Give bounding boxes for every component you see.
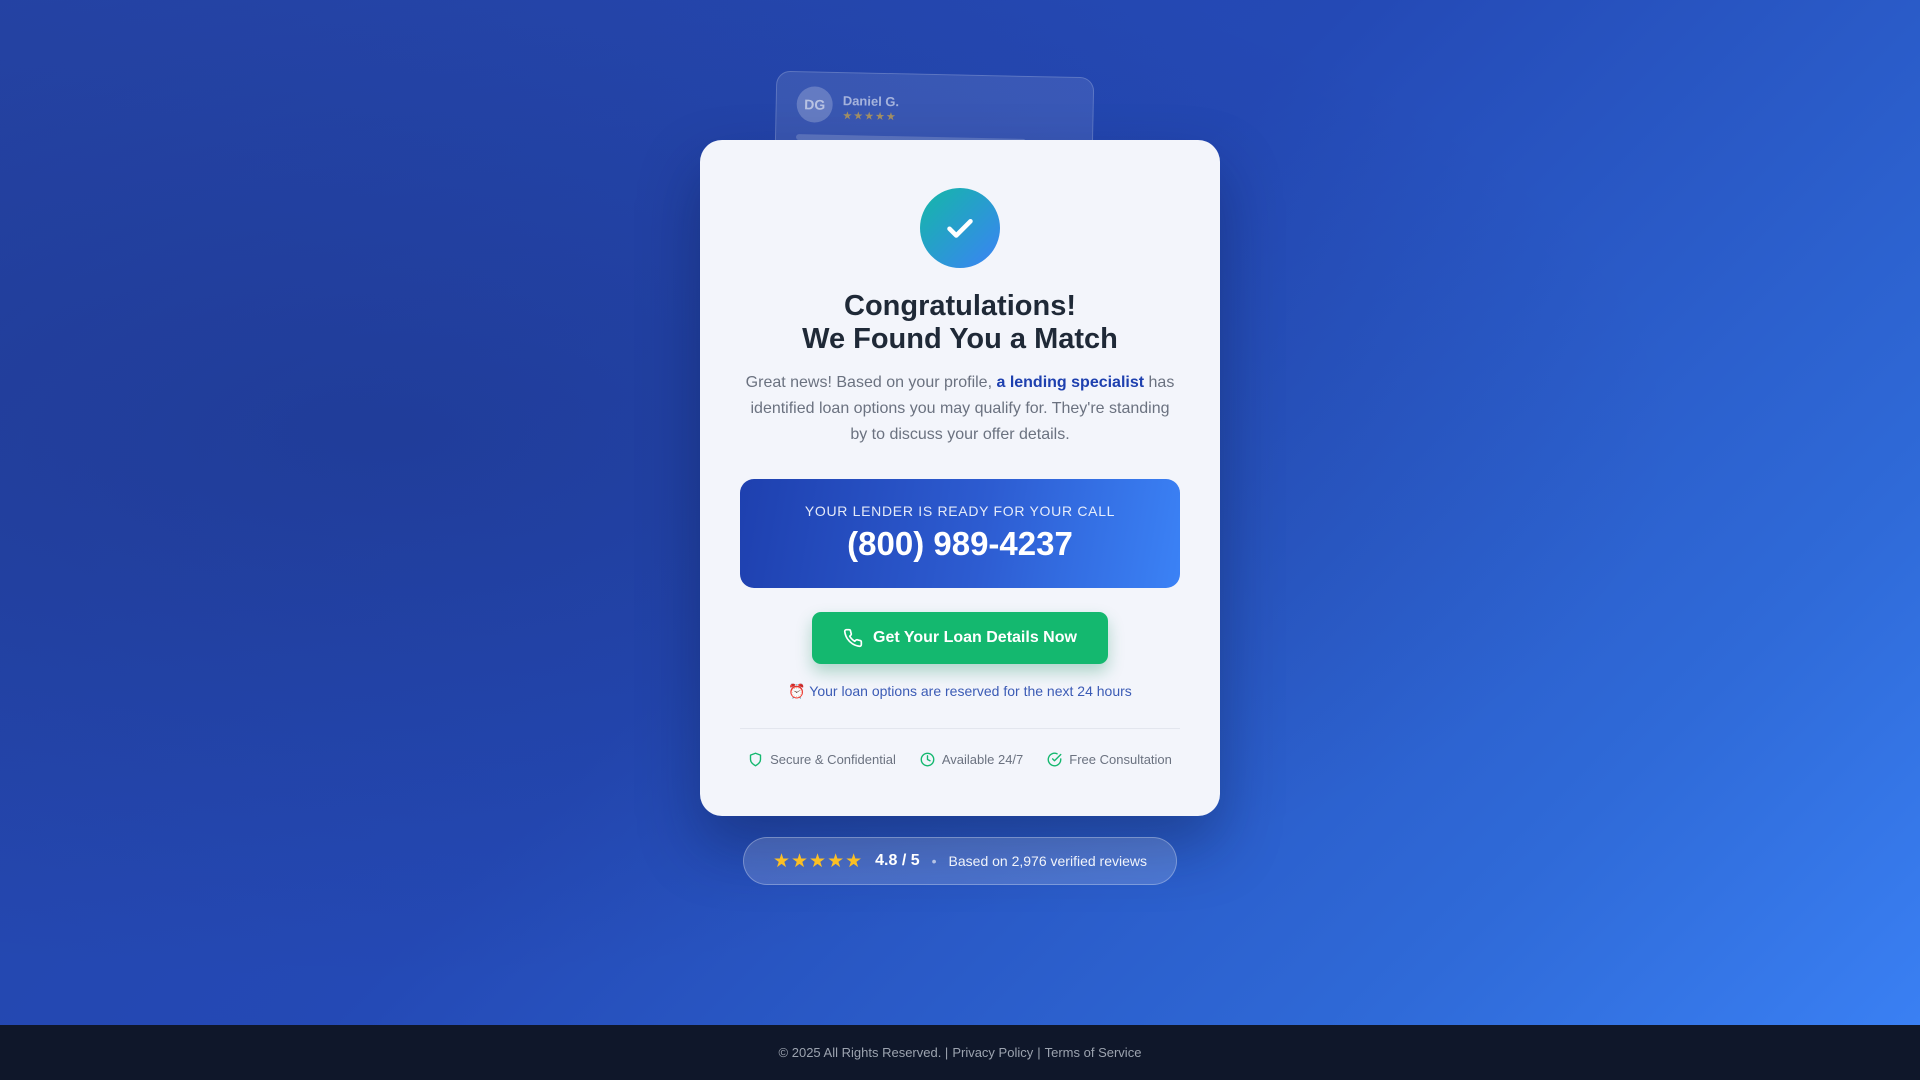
- trust-item-free: Free Consultation: [1047, 752, 1172, 767]
- page-title: Congratulations! We Found You a Match: [700, 290, 1220, 356]
- footer-copyright: © 2025 All Rights Reserved. |: [778, 1045, 949, 1060]
- trust-badges: Secure & Confidential Available 24/7 Fre…: [700, 752, 1220, 767]
- cta-label: Get Your Loan Details Now: [873, 629, 1077, 646]
- alarm-clock-icon: ⏰: [788, 683, 806, 699]
- lender-phone-number[interactable]: (800) 989-4237: [740, 525, 1180, 563]
- get-loan-details-button[interactable]: Get Your Loan Details Now: [812, 612, 1108, 664]
- testimonial-stars: ★★★★★: [842, 110, 897, 124]
- rating-text: Based on 2,976 verified reviews: [948, 853, 1147, 869]
- footer: © 2025 All Rights Reserved. | Privacy Po…: [0, 1025, 1920, 1080]
- shield-icon: [749, 752, 762, 767]
- trust-item-available: Available 24/7: [920, 752, 1023, 767]
- testimonial-name: Daniel G.: [842, 93, 900, 110]
- match-card: Congratulations! We Found You a Match Gr…: [700, 140, 1220, 816]
- phone-icon: [843, 628, 863, 648]
- reservation-text: Your loan options are reserved for the n…: [809, 683, 1132, 699]
- desc-highlight: a lending specialist: [996, 374, 1145, 391]
- lender-phone-box: YOUR LENDER IS READY FOR YOUR CALL (800)…: [740, 479, 1180, 588]
- terms-of-service-link[interactable]: Terms of Service: [1045, 1045, 1142, 1060]
- clock-icon: [920, 752, 935, 767]
- trust-label: Free Consultation: [1069, 752, 1172, 767]
- trust-item-secure: Secure & Confidential: [748, 752, 896, 767]
- reservation-notice: ⏰ Your loan options are reserved for the…: [700, 683, 1220, 700]
- lender-label: YOUR LENDER IS READY FOR YOUR CALL: [804, 503, 1116, 519]
- check-circle-icon: [1047, 752, 1062, 767]
- privacy-policy-link[interactable]: Privacy Policy: [952, 1045, 1033, 1060]
- rating-pill: ★★★★★ 4.8 / 5 • Based on 2,976 verified …: [743, 837, 1177, 885]
- rating-separator: •: [931, 853, 937, 869]
- title-line-2: We Found You a Match: [802, 323, 1118, 355]
- match-description: Great news! Based on your profile, a len…: [740, 370, 1180, 448]
- rating-score: 4.8 / 5: [875, 852, 920, 869]
- trust-label: Secure & Confidential: [770, 752, 896, 767]
- success-check-icon: [920, 188, 1000, 268]
- desc-text-start: Great news! Based on your profile,: [745, 374, 997, 391]
- testimonial-avatar: DG: [796, 86, 834, 123]
- title-line-1: Congratulations!: [844, 290, 1076, 322]
- rating-stars: ★★★★★: [772, 850, 864, 872]
- footer-separator: |: [1037, 1045, 1041, 1060]
- trust-label: Available 24/7: [941, 752, 1024, 767]
- divider: [740, 728, 1180, 729]
